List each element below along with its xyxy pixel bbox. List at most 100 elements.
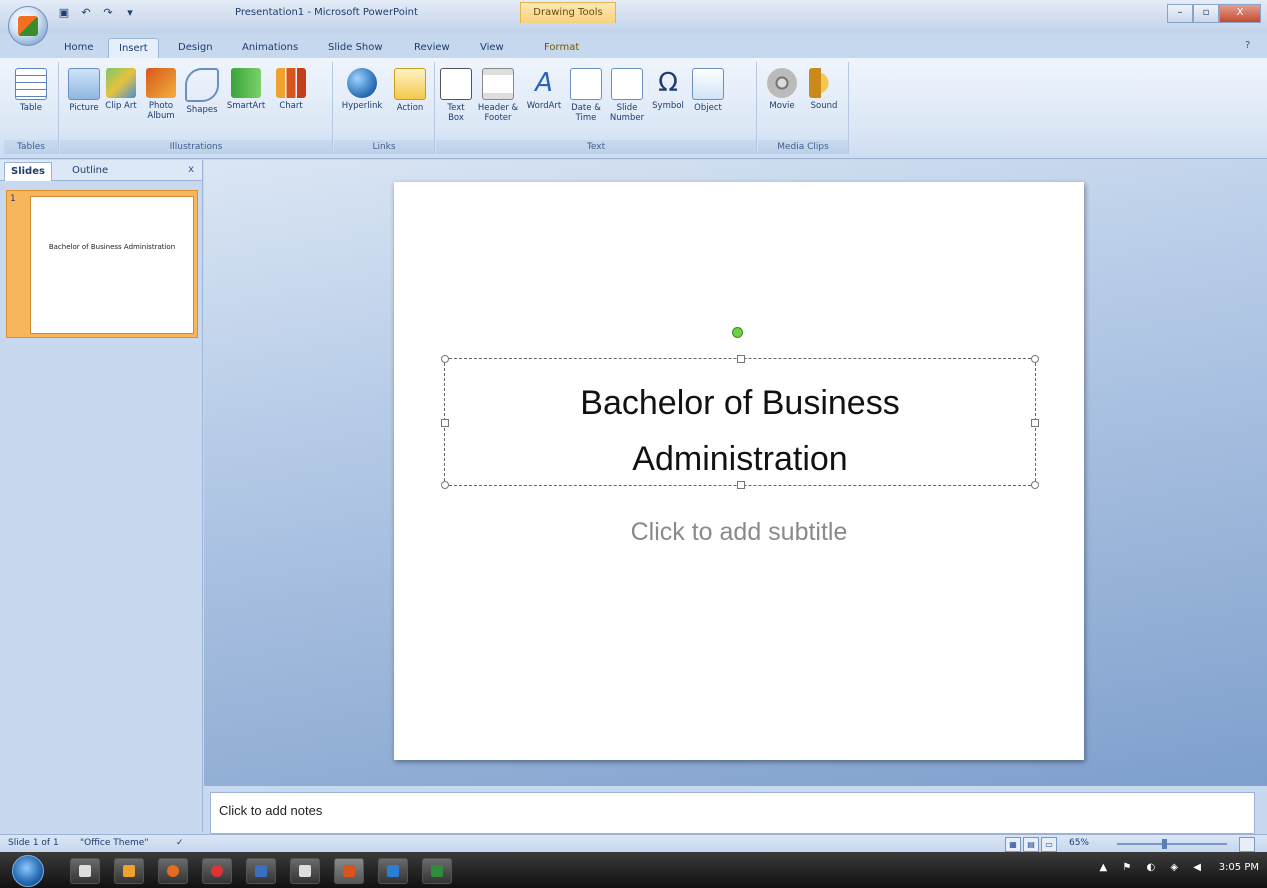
wordart-button[interactable]: A WordArt [524, 68, 564, 111]
hyperlink-button[interactable]: Hyperlink [338, 68, 386, 111]
photo-album-label: Photo Album [147, 101, 175, 121]
maximize-button[interactable]: ▫ [1193, 4, 1219, 23]
chart-icon [276, 68, 306, 98]
window-title: Presentation1 - Microsoft PowerPoint [235, 7, 418, 18]
rotation-handle[interactable] [732, 327, 743, 338]
globe-icon [347, 68, 377, 98]
smartart-icon [231, 68, 261, 98]
save-icon[interactable]: ▣ [56, 5, 72, 21]
header-footer-button[interactable]: Header & Footer [476, 68, 520, 123]
movie-button[interactable]: Movie [762, 68, 802, 111]
date-time-label: Date & Time [571, 103, 601, 123]
subtitle-placeholder[interactable]: Click to add subtitle [494, 510, 984, 660]
slide-sorter-icon[interactable]: ▤ [1023, 837, 1039, 852]
picture-label: Picture [69, 103, 99, 113]
slide-number-button[interactable]: Slide Number [608, 68, 646, 123]
table-button[interactable]: Table [12, 68, 50, 113]
tab-review[interactable]: Review [404, 38, 460, 58]
symbol-button[interactable]: Ω Symbol [650, 68, 686, 111]
minimize-button[interactable]: – [1167, 4, 1193, 23]
symbol-label: Symbol [652, 101, 684, 111]
fit-to-window-icon[interactable] [1239, 837, 1255, 852]
slide-canvas[interactable]: Bachelor of Business Administration Clic… [394, 182, 1084, 760]
taskbar-app-firefox[interactable] [158, 858, 188, 884]
resize-handle[interactable] [1031, 355, 1039, 363]
text-box-label: Text Box [447, 103, 465, 123]
help-icon[interactable]: ? [1245, 40, 1257, 52]
slide-editing-area: Bachelor of Business Administration Clic… [204, 160, 1267, 786]
tab-format[interactable]: Format [534, 38, 589, 58]
status-bar: Slide 1 of 1 "Office Theme" ✓ ▦ ▤ ▭ 65% [0, 834, 1267, 853]
text-box-icon [440, 68, 472, 100]
taskbar-app-excel[interactable] [422, 858, 452, 884]
tab-view[interactable]: View [470, 38, 514, 58]
subtitle-placeholder-text[interactable]: Click to add subtitle [494, 518, 984, 547]
shapes-button[interactable]: Shapes [184, 68, 220, 115]
system-tray-icons[interactable]: ▲ ⚑ ◐ ◈ ◀ [1100, 862, 1207, 873]
slide-title[interactable]: Bachelor of Business Administration [445, 375, 1035, 487]
ribbon: Table Tables Picture Clip Art Photo Albu… [0, 58, 1267, 159]
table-icon [15, 68, 47, 100]
smartart-button[interactable]: SmartArt [224, 68, 268, 111]
customize-icon[interactable]: ▾ [122, 5, 138, 21]
tab-insert[interactable]: Insert [108, 38, 159, 59]
taskbar-app-word[interactable] [246, 858, 276, 884]
taskbar-app-powerpoint[interactable] [334, 858, 364, 884]
tab-home[interactable]: Home [54, 38, 104, 58]
header-footer-icon [482, 68, 514, 100]
movie-label: Movie [769, 101, 795, 111]
close-panel-icon[interactable]: x [188, 164, 194, 175]
photo-album-button[interactable]: Photo Album [142, 68, 180, 121]
zoom-level[interactable]: 65% [1069, 838, 1089, 848]
calendar-icon [570, 68, 602, 100]
group-tables: Table Tables [4, 62, 59, 154]
zoom-slider-handle[interactable] [1162, 839, 1167, 849]
group-illustrations: Picture Clip Art Photo Album Shapes Smar… [60, 62, 333, 154]
group-media-clips: Movie Sound Media Clips [758, 62, 849, 154]
hyperlink-label: Hyperlink [341, 101, 383, 111]
resize-handle[interactable] [737, 355, 745, 363]
group-label-media-clips: Media Clips [758, 140, 848, 154]
text-box-button[interactable]: Text Box [440, 68, 472, 123]
slides-panel: Slides Outline x 1 Bachelor of Business … [0, 160, 203, 832]
zoom-slider[interactable] [1117, 843, 1227, 845]
title-placeholder[interactable]: Bachelor of Business Administration [441, 355, 1039, 489]
close-button[interactable]: X [1219, 4, 1261, 23]
taskbar-app-explorer[interactable] [70, 858, 100, 884]
redo-icon[interactable]: ↷ [100, 5, 116, 21]
taskbar-app-onenote[interactable] [290, 858, 320, 884]
ribbon-tabs: Home Insert Design Animations Slide Show… [0, 34, 1267, 59]
start-button[interactable] [12, 855, 44, 887]
date-time-button[interactable]: Date & Time [568, 68, 604, 123]
picture-button[interactable]: Picture [66, 68, 102, 113]
undo-icon[interactable]: ↶ [78, 5, 94, 21]
taskbar-app-chrome[interactable] [202, 858, 232, 884]
notes-pane[interactable]: Click to add notes [210, 792, 1255, 834]
clip-art-button[interactable]: Clip Art [104, 68, 138, 111]
contextual-tab-group: Drawing Tools [520, 2, 616, 23]
tab-animations[interactable]: Animations [232, 38, 308, 58]
slide-show-icon[interactable]: ▭ [1041, 837, 1057, 852]
omega-icon: Ω [658, 68, 678, 98]
object-button[interactable]: Object [690, 68, 726, 113]
normal-view-icon[interactable]: ▦ [1005, 837, 1021, 852]
office-button[interactable] [8, 6, 48, 46]
taskbar-app-ie[interactable] [378, 858, 408, 884]
resize-handle[interactable] [441, 355, 449, 363]
notes-placeholder[interactable]: Click to add notes [219, 803, 322, 818]
sound-button[interactable]: Sound [804, 68, 844, 111]
action-button[interactable]: Action [390, 68, 430, 113]
tab-outline[interactable]: Outline [66, 162, 114, 180]
group-label-text: Text [436, 140, 756, 154]
panel-tabs: Slides Outline x [0, 160, 202, 181]
tab-slide-show[interactable]: Slide Show [318, 38, 393, 58]
tab-design[interactable]: Design [168, 38, 223, 58]
clock[interactable]: 3:05 PM [1219, 862, 1259, 873]
chart-button[interactable]: Chart [272, 68, 310, 111]
group-links: Hyperlink Action Links [334, 62, 435, 154]
slide-thumbnail[interactable]: Bachelor of Business Administration [30, 196, 194, 334]
spell-check-icon[interactable]: ✓ [176, 838, 184, 848]
tab-slides[interactable]: Slides [4, 162, 52, 181]
shapes-icon [185, 68, 219, 102]
taskbar-app-media[interactable] [114, 858, 144, 884]
